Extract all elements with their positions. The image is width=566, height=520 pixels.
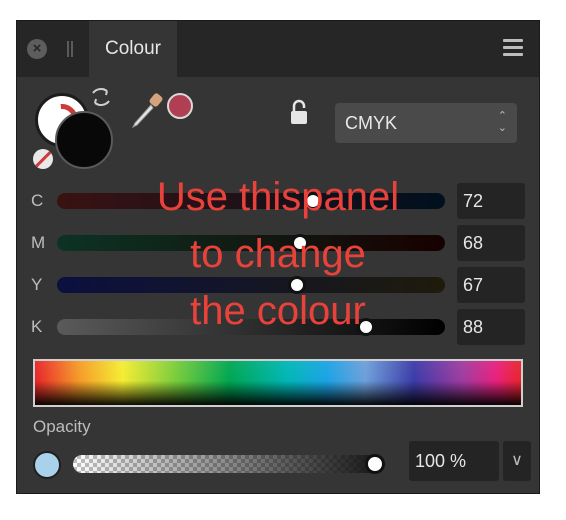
swap-icon[interactable] (87, 83, 115, 111)
annotation-line-2: to change (190, 232, 366, 276)
annotation-line-1: Use thispanel (156, 175, 400, 219)
opacity-slider[interactable] (73, 454, 385, 474)
value-field-c[interactable]: 72 (457, 183, 525, 219)
grip-icon[interactable] (67, 41, 73, 57)
value-field-y[interactable]: 67 (457, 267, 525, 303)
opacity-label: Opacity (33, 417, 91, 436)
colour-spectrum[interactable] (33, 359, 523, 407)
slider-label-y: Y (31, 275, 43, 294)
colour-picker-icon[interactable] (129, 91, 169, 131)
opacity-field[interactable]: 100 % (409, 441, 499, 481)
lock-icon[interactable] (289, 99, 309, 127)
stroke-swatch[interactable] (55, 111, 113, 169)
opacity-swatch[interactable] (33, 451, 61, 479)
opacity-dropdown[interactable]: ∨ (503, 441, 531, 481)
close-icon[interactable]: × (27, 39, 47, 59)
slider-label-m: M (31, 233, 46, 252)
annotation-line-3: the colour (190, 289, 366, 333)
slider-label-c: C (31, 191, 44, 210)
colour-model-value: CMYK (345, 113, 398, 133)
colour-panel: × Colour CMYK ⌃ ⌄ C 72 M 68 Y 67 K 88 Opacity 1… (16, 20, 540, 494)
tab-colour[interactable]: Colour (89, 21, 177, 77)
slider-label-k: K (31, 317, 43, 336)
value-field-m[interactable]: 68 (457, 225, 525, 261)
select-arrows-icon: ⌃ ⌄ (497, 110, 507, 134)
opacity-slider-thumb[interactable] (365, 454, 385, 474)
menu-icon[interactable] (503, 39, 523, 57)
picked-colour-swatch[interactable] (167, 93, 193, 119)
no-colour-icon[interactable] (33, 149, 53, 169)
panel-titlebar: × Colour (17, 21, 539, 77)
annotation-text: Use thispanel to change the colour (113, 169, 443, 340)
value-field-k[interactable]: 88 (457, 309, 525, 345)
colour-model-select[interactable]: CMYK ⌃ ⌄ (335, 103, 517, 143)
